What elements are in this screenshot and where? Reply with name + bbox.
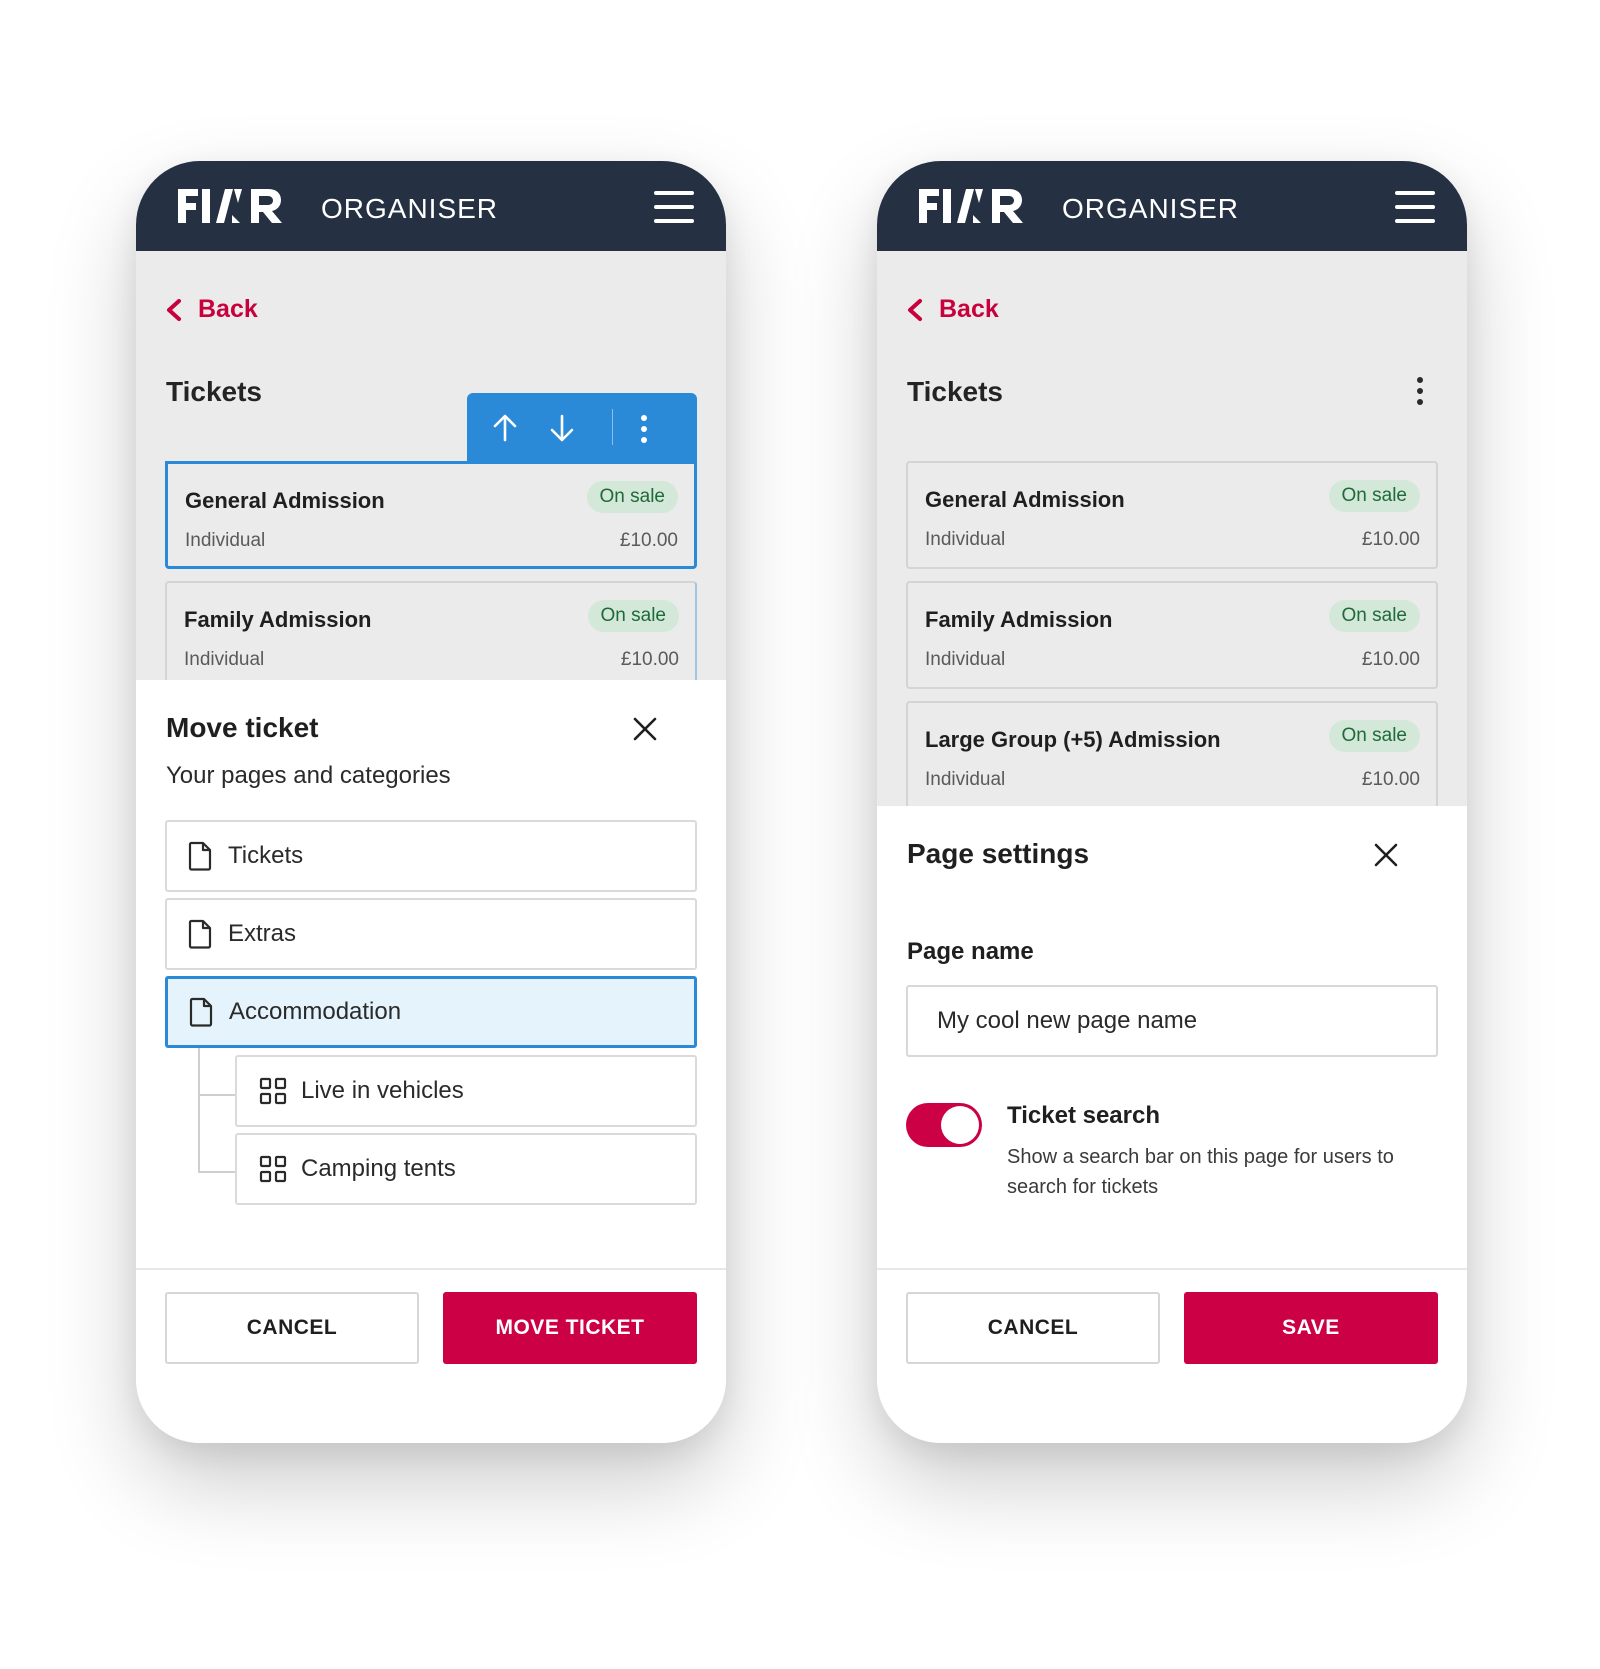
back-label: Back [198,295,258,323]
ticket-type: Individual [925,769,1006,790]
ticket-price: £10.00 [1361,529,1420,550]
move-ticket-sheet: Move ticket Your pages and categories Ti… [136,680,726,1443]
destination-label: Tickets [228,842,304,869]
page-title: Tickets [166,376,262,407]
phone-page-settings: ORGANISER Back Tickets General Admission… [877,161,1467,1443]
status-badge: On sale [586,481,678,513]
arrow-down-icon[interactable] [546,412,578,444]
grid-icon [259,1077,287,1105]
organiser-label: ORGANISER [321,193,499,224]
ticket-card-family-admission[interactable]: Family Admission On sale Individual £10.… [165,581,697,680]
toggle-knob [941,1106,979,1144]
ticket-type: Individual [925,649,1006,670]
ticket-type: Individual [925,529,1006,550]
page-title: Tickets [907,376,1003,407]
ticket-name: Large Group (+5) Admission [925,727,1221,752]
ticket-name: General Admission [185,488,385,513]
app-header: ORGANISER [136,161,726,251]
category-live-in-vehicles[interactable]: Live in vehicles [235,1055,697,1127]
page-name-label: Page name [907,938,1034,965]
fixr-logo [919,189,1023,223]
ticket-price: £10.00 [1361,769,1420,790]
page-background: Back Tickets General Admission On sale I… [877,251,1467,806]
status-badge: On sale [587,600,679,632]
page-icon [189,997,213,1027]
page-settings-sheet: Page settings Page name Ticket search Sh… [877,806,1467,1443]
footer-divider [136,1268,726,1270]
sheet-subtitle: Your pages and categories [166,762,451,789]
move-ticket-button[interactable]: MOVE TICKET [443,1292,697,1364]
tree-connector [198,1048,200,1172]
more-vertical-icon[interactable] [638,414,650,444]
category-camping-tents[interactable]: Camping tents [235,1133,697,1205]
ticket-name: Family Admission [184,607,372,632]
more-vertical-icon[interactable] [1414,376,1426,406]
destination-extras[interactable]: Extras [165,898,697,970]
category-label: Camping tents [301,1155,456,1182]
grid-icon [259,1155,287,1183]
ticket-search-title: Ticket search [1007,1102,1160,1129]
sheet-title: Page settings [907,838,1090,869]
app-header: ORGANISER [877,161,1467,251]
ticket-search-description: Show a search bar on this page for users… [1007,1146,1394,1198]
ticket-price: £10.00 [1361,649,1420,670]
cancel-button[interactable]: CANCEL [165,1292,419,1364]
page-icon [188,841,212,871]
fixr-logo [178,189,282,223]
hamburger-icon[interactable] [654,190,694,224]
ticket-card-family-admission[interactable]: Family Admission On sale Individual £10.… [906,581,1438,689]
back-link[interactable]: Back [905,295,999,324]
page-background: Back Tickets General Admission On sale I… [136,251,726,680]
save-button[interactable]: SAVE [1184,1292,1438,1364]
page-name-input[interactable] [906,985,1438,1057]
cancel-button[interactable]: CANCEL [906,1292,1160,1364]
destination-tickets[interactable]: Tickets [165,820,697,892]
footer-divider [877,1268,1467,1270]
ticket-card-general-admission[interactable]: General Admission On sale Individual £10… [165,461,697,569]
arrow-up-icon[interactable] [489,412,521,444]
ticket-name: Family Admission [925,607,1113,632]
destination-label: Accommodation [229,998,402,1025]
toolbar-divider [612,409,613,445]
status-badge: On sale [1328,480,1420,512]
ticket-type: Individual [184,649,265,670]
tree-connector [198,1171,235,1173]
close-icon[interactable] [1373,842,1399,868]
status-badge: On sale [1328,600,1420,632]
ticket-search-toggle[interactable] [906,1103,982,1147]
ticket-card-general-admission[interactable]: General Admission On sale Individual £10… [906,461,1438,569]
status-badge: On sale [1328,720,1420,752]
close-icon[interactable] [632,716,658,742]
chevron-left-icon [167,298,181,321]
category-label: Live in vehicles [301,1077,464,1104]
destination-accommodation[interactable]: Accommodation [165,976,697,1048]
sheet-title: Move ticket [166,712,319,743]
ticket-type: Individual [185,530,266,551]
ticket-name: General Admission [925,487,1125,512]
back-label: Back [939,295,999,323]
destination-label: Extras [228,920,297,947]
ticket-card-large-group-admission[interactable]: Large Group (+5) Admission On sale Indiv… [906,701,1438,806]
chevron-left-icon [908,298,922,321]
phone-move-ticket: ORGANISER Back Tickets General Admission… [136,161,726,1443]
back-link[interactable]: Back [164,295,258,324]
organiser-label: ORGANISER [1062,193,1240,224]
ticket-price: £10.00 [620,649,679,670]
ticket-action-toolbar [467,393,697,467]
hamburger-icon[interactable] [1395,190,1435,224]
tree-connector [198,1094,235,1096]
ticket-price: £10.00 [619,530,678,551]
page-icon [188,919,212,949]
